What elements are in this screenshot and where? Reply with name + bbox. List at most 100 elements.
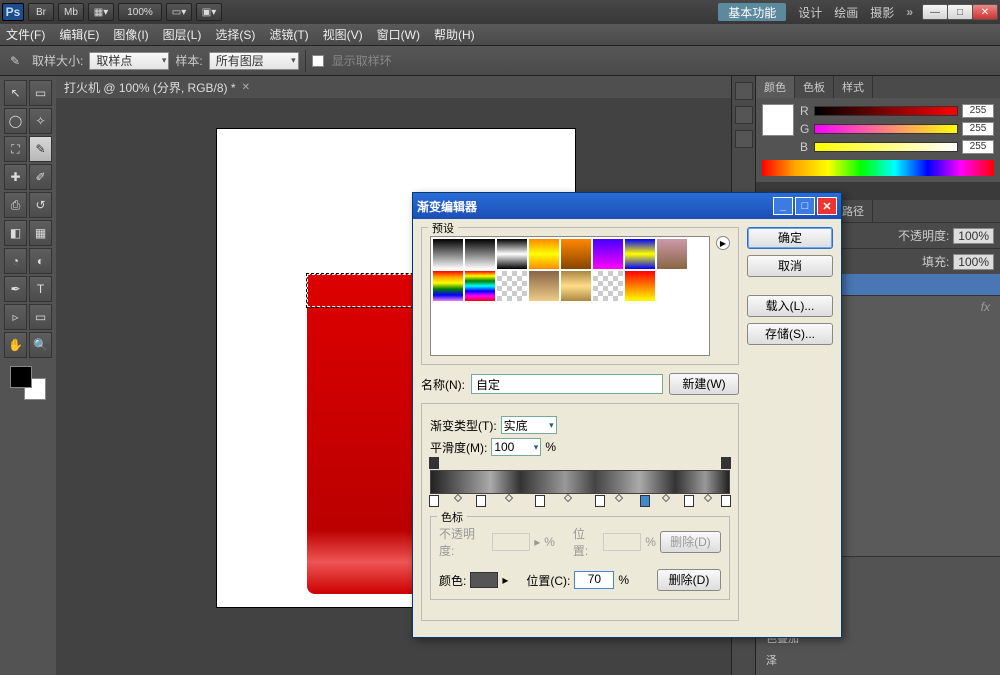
presets-list[interactable] bbox=[430, 236, 710, 356]
fill-value[interactable]: 100% bbox=[953, 254, 994, 270]
opacity-stop[interactable] bbox=[429, 457, 439, 469]
color-swatches[interactable] bbox=[4, 360, 52, 400]
gradient-bar[interactable] bbox=[430, 470, 730, 494]
sample-size-select[interactable]: 取样点 bbox=[89, 52, 169, 70]
workspace-painting[interactable]: 绘画 bbox=[834, 4, 858, 21]
minimize-button[interactable]: — bbox=[922, 4, 948, 20]
g-value[interactable]: 255 bbox=[962, 122, 994, 136]
workspace-more[interactable]: » bbox=[906, 5, 913, 19]
workspace-design[interactable]: 设计 bbox=[798, 4, 822, 21]
minibridge-button[interactable]: Mb bbox=[58, 3, 84, 21]
g-slider[interactable] bbox=[814, 124, 958, 134]
eyedropper-tool[interactable]: ✎ bbox=[29, 136, 52, 162]
smooth-input[interactable]: 100 bbox=[491, 438, 541, 456]
gradtype-select[interactable]: 实底 bbox=[501, 416, 557, 434]
fg-swatch[interactable] bbox=[10, 366, 32, 388]
dialog-maximize[interactable]: □ bbox=[795, 197, 815, 215]
menu-select[interactable]: 选择(S) bbox=[215, 26, 255, 43]
tab-color[interactable]: 颜色 bbox=[756, 76, 795, 98]
zoom-level[interactable]: 100% bbox=[118, 3, 162, 21]
dock-icon[interactable] bbox=[735, 82, 753, 100]
show-ring-checkbox[interactable] bbox=[312, 55, 324, 67]
gradient-tool[interactable]: ▦ bbox=[29, 220, 52, 246]
bridge-button[interactable]: Br bbox=[28, 3, 54, 21]
wand-tool[interactable]: ✧ bbox=[29, 108, 52, 134]
r-value[interactable]: 255 bbox=[962, 104, 994, 118]
close-doc-icon[interactable]: ✕ bbox=[242, 82, 250, 93]
color-stop-label: 颜色: bbox=[439, 572, 466, 589]
dodge-tool[interactable]: ◐ bbox=[29, 248, 52, 274]
path-tool[interactable]: ▹ bbox=[4, 304, 27, 330]
new-button[interactable]: 新建(W) bbox=[669, 373, 739, 395]
opacity-stop[interactable] bbox=[721, 457, 731, 469]
eraser-tool[interactable]: ◧ bbox=[4, 220, 27, 246]
document-tab[interactable]: 打火机 @ 100% (分界, RGB/8) * ✕ bbox=[56, 76, 731, 98]
stop-color-swatch[interactable] bbox=[470, 572, 498, 588]
lasso-tool[interactable]: ◯ bbox=[4, 108, 27, 134]
type-tool[interactable]: T bbox=[29, 276, 52, 302]
menu-edit[interactable]: 编辑(E) bbox=[59, 26, 99, 43]
tab-swatches[interactable]: 色板 bbox=[795, 76, 834, 98]
crop-tool[interactable]: ⛶ bbox=[4, 136, 27, 162]
save-button[interactable]: 存储(S)... bbox=[747, 323, 833, 345]
sample-select[interactable]: 所有图层 bbox=[209, 52, 299, 70]
panel-fg-swatch[interactable] bbox=[762, 104, 794, 136]
tab-styles[interactable]: 样式 bbox=[834, 76, 873, 98]
ok-button[interactable]: 确定 bbox=[747, 227, 833, 249]
extras-button[interactable]: ▣▾ bbox=[196, 3, 222, 21]
workspace-photo[interactable]: 摄影 bbox=[870, 4, 894, 21]
menu-image[interactable]: 图像(I) bbox=[113, 26, 148, 43]
screenmode-button[interactable]: ▦▾ bbox=[88, 3, 114, 21]
color-stop[interactable] bbox=[429, 495, 439, 507]
b-value[interactable]: 255 bbox=[962, 140, 994, 154]
menu-view[interactable]: 视图(V) bbox=[323, 26, 363, 43]
presets-group: 预设 ▶ bbox=[421, 227, 739, 365]
close-button[interactable]: ✕ bbox=[972, 4, 998, 20]
blur-tool[interactable]: ◔ bbox=[4, 248, 27, 274]
workspace-essentials[interactable]: 基本功能 bbox=[718, 3, 786, 21]
b-slider[interactable] bbox=[814, 142, 958, 152]
zoom-tool[interactable]: 🔍 bbox=[29, 332, 52, 358]
name-input[interactable] bbox=[471, 374, 663, 394]
shape-tool[interactable]: ▭ bbox=[29, 304, 52, 330]
dialog-minimize[interactable]: _ bbox=[773, 197, 793, 215]
dock-icon[interactable] bbox=[735, 106, 753, 124]
pen-tool[interactable]: ✒ bbox=[4, 276, 27, 302]
delete-color-stop[interactable]: 删除(D) bbox=[657, 569, 721, 591]
dialog-close[interactable]: ✕ bbox=[817, 197, 837, 215]
load-button[interactable]: 载入(L)... bbox=[747, 295, 833, 317]
gradtype-label: 渐变类型(T): bbox=[430, 417, 497, 434]
color-stop-active[interactable] bbox=[640, 495, 650, 507]
opacity-value[interactable]: 100% bbox=[953, 228, 994, 244]
presets-label: 预设 bbox=[428, 220, 458, 236]
color-ramp[interactable] bbox=[762, 160, 994, 176]
r-slider[interactable] bbox=[814, 106, 958, 116]
dialog-titlebar[interactable]: 渐变编辑器 _ □ ✕ bbox=[413, 193, 841, 219]
menu-window[interactable]: 窗口(W) bbox=[377, 26, 420, 43]
color-stop[interactable] bbox=[684, 495, 694, 507]
presets-menu-icon[interactable]: ▶ bbox=[716, 236, 730, 250]
color-stop[interactable] bbox=[535, 495, 545, 507]
cancel-button[interactable]: 取消 bbox=[747, 255, 833, 277]
color-stop[interactable] bbox=[595, 495, 605, 507]
marquee-tool[interactable]: ▭ bbox=[29, 80, 52, 106]
fill-label: 填充: bbox=[922, 253, 949, 270]
move-tool[interactable]: ↖ bbox=[4, 80, 27, 106]
dock-icon[interactable] bbox=[735, 130, 753, 148]
color-stop[interactable] bbox=[721, 495, 731, 507]
hand-tool[interactable]: ✋ bbox=[4, 332, 27, 358]
menu-layer[interactable]: 图层(L) bbox=[163, 26, 202, 43]
menu-help[interactable]: 帮助(H) bbox=[434, 26, 475, 43]
menu-filter[interactable]: 滤镜(T) bbox=[269, 26, 308, 43]
pos2-label: 位置(C): bbox=[526, 572, 570, 589]
arrange-button[interactable]: ▭▾ bbox=[166, 3, 192, 21]
brush-tool[interactable]: ✐ bbox=[29, 164, 52, 190]
effect-item[interactable]: 泽 bbox=[756, 649, 1000, 671]
maximize-button[interactable]: □ bbox=[947, 4, 973, 20]
color-stop[interactable] bbox=[476, 495, 486, 507]
history-tool[interactable]: ↺ bbox=[29, 192, 52, 218]
pos2-field[interactable]: 70 bbox=[574, 571, 614, 589]
stamp-tool[interactable]: ⎙ bbox=[4, 192, 27, 218]
heal-tool[interactable]: ✚ bbox=[4, 164, 27, 190]
menu-file[interactable]: 文件(F) bbox=[6, 26, 45, 43]
